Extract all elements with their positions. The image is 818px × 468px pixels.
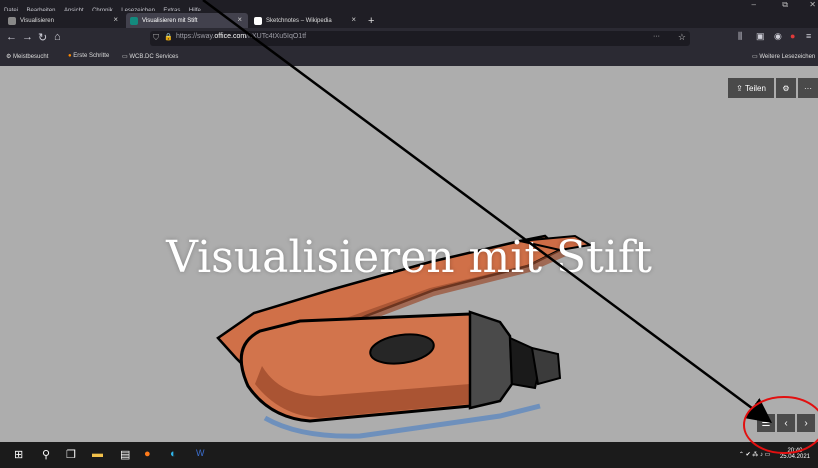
list-icon: ☰ — [761, 417, 771, 429]
more-icon[interactable]: ··· — [653, 33, 660, 40]
reload-icon[interactable]: ↻ — [38, 31, 47, 44]
tab-label: Visualisieren — [20, 17, 54, 24]
sway-navigation: ☰ ‹ › — [755, 414, 815, 432]
file-explorer-icon[interactable]: ▬ — [92, 448, 103, 460]
tab-label: Visualisieren mit Stift — [142, 17, 198, 24]
bookmark-meistbesucht[interactable]: ⚙ Meistbesucht — [6, 53, 48, 60]
taskbar: ⊞ ⚲ ❐ ▬ ▤ ● ◐ W ⌃ ✔ ⁂ ♪ ▭ 20:40 25.04.20… — [0, 442, 818, 468]
sway-title: Visualisieren mit Stift — [166, 232, 652, 283]
tab-sketchnotes[interactable]: Sketchnotes – Wikipedia × — [250, 13, 362, 28]
minimize-icon[interactable]: – — [752, 0, 756, 9]
tab-visualisieren[interactable]: Visualisieren × — [4, 13, 124, 28]
marker-body — [239, 310, 562, 439]
bookmark-erste-schritte[interactable]: ● Erste Schritte — [68, 53, 109, 59]
close-window-icon[interactable]: ✕ — [809, 0, 816, 9]
library-icon[interactable]: ⫼ — [738, 31, 742, 42]
extension-icon[interactable]: ◉ — [774, 31, 782, 42]
url-text: https://sway.office.com/hXUTc4tXu5IqO1tf — [176, 33, 307, 40]
settings-button[interactable]: ⚙ — [776, 78, 796, 98]
gear-icon: ⚙ — [782, 83, 790, 93]
menu-icon[interactable]: ≡ — [806, 31, 811, 41]
clock-date[interactable]: 25.04.2021 — [780, 454, 810, 460]
bookmarks-bar: ⚙ Meistbesucht ● Erste Schritte ▭ WCB.DC… — [0, 50, 818, 67]
chevron-right-icon: › — [804, 417, 808, 429]
search-icon[interactable]: ⚲ — [42, 448, 50, 461]
task-view-icon[interactable]: ❐ — [66, 448, 76, 461]
sway-toolbar: ⇪ Teilen ⚙ ··· — [726, 78, 818, 98]
new-tab-button[interactable]: + — [364, 13, 380, 28]
restore-icon[interactable]: ⧉ — [782, 0, 788, 10]
navigation-bar: ← → ↻ ⌂ ⛉ 🔒 https://sway.office.com/hXUT… — [0, 28, 818, 50]
share-button[interactable]: ⇪ Teilen — [728, 78, 774, 98]
firefox-icon[interactable]: ● — [144, 448, 151, 460]
forward-icon[interactable]: → — [22, 31, 33, 43]
sway-content: Visualisieren mit Stift ⇪ Teilen ⚙ ··· ☰… — [0, 66, 818, 442]
windows-start-icon[interactable]: ⊞ — [14, 448, 23, 461]
lock-icon: 🔒 — [164, 34, 173, 41]
tab-bar: Visualisieren × Visualisieren mit Stift … — [0, 11, 818, 28]
tab-visualisieren-mit-stift[interactable]: Visualisieren mit Stift × — [126, 13, 248, 28]
menu-bar: Datei Bearbeiten Ansicht Chronik Lesezei… — [0, 0, 818, 14]
bookmark-star-icon[interactable]: ☆ — [678, 32, 686, 43]
share-icon: ⇪ — [736, 83, 743, 93]
close-tab-icon[interactable]: × — [351, 15, 356, 24]
previous-button[interactable]: ‹ — [777, 414, 795, 432]
bookmark-weitere[interactable]: ▭ Weitere Lesezeichen — [752, 53, 815, 60]
list-icon — [8, 16, 16, 25]
home-icon[interactable]: ⌂ — [54, 31, 61, 43]
addon-icon[interactable]: ● — [790, 31, 795, 41]
ellipsis-icon: ··· — [804, 83, 812, 93]
close-tab-icon[interactable]: × — [237, 15, 242, 24]
navigation-pane-button[interactable]: ☰ — [757, 414, 775, 432]
chevron-left-icon: ‹ — [784, 417, 788, 429]
shield-icon[interactable]: ⛉ — [153, 33, 159, 43]
system-tray: ⌃ ✔ ⁂ ♪ ▭ 20:40 25.04.2021 — [739, 448, 810, 460]
sidebar-icon[interactable]: ▣ — [756, 31, 765, 42]
word-icon[interactable]: W — [196, 448, 205, 458]
more-options-button[interactable]: ··· — [798, 78, 818, 98]
store-icon[interactable]: ▤ — [120, 448, 130, 461]
wikipedia-icon — [254, 16, 262, 25]
tray-icons[interactable]: ⌃ ✔ ⁂ ♪ ▭ — [739, 452, 770, 458]
sway-icon — [130, 16, 138, 25]
back-icon[interactable]: ← — [6, 31, 17, 43]
address-bar[interactable]: ⛉ 🔒 https://sway.office.com/hXUTc4tXu5Iq… — [150, 31, 690, 46]
tab-label: Sketchnotes – Wikipedia — [266, 17, 332, 24]
edge-icon[interactable]: ◐ — [170, 448, 177, 460]
next-button[interactable]: › — [797, 414, 815, 432]
close-tab-icon[interactable]: × — [113, 15, 118, 24]
bookmark-wcb-services[interactable]: ▭ WCB.DC Services — [122, 53, 178, 60]
